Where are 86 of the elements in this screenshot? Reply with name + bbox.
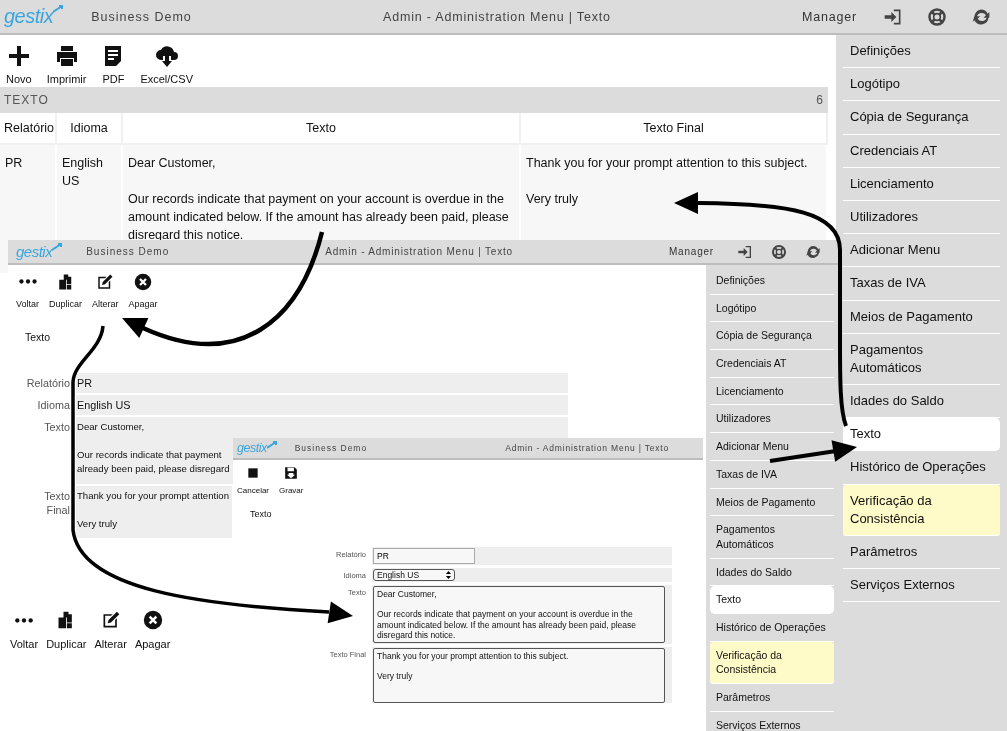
sidebar-item[interactable]: Pagamentos Automáticos [843, 333, 1000, 386]
sidebar-item[interactable]: Cópia de Segurança [843, 101, 1000, 135]
toolbar-button[interactable]: Duplicar [49, 273, 83, 309]
field-label: Idioma [36, 398, 70, 414]
dots-icon [14, 618, 35, 624]
text-area[interactable]: Dear Customer, Our records indicate that payment on your account is overdue in the amount indicated below. If the amount has already been paid, please disregard this notice. [373, 586, 665, 643]
sidebar-item[interactable]: Serviços Externos [843, 569, 1000, 603]
printer-icon [54, 44, 79, 68]
toolbar-button[interactable]: Voltar [10, 612, 39, 651]
sidebar-item[interactable]: Histórico de Operações [710, 613, 834, 642]
sidebar-item[interactable]: Meios de Pagamento [843, 300, 1000, 334]
page-heading: Texto [250, 509, 273, 519]
user-name: Manager [668, 246, 714, 257]
sidebar-item[interactable]: Verificação da Consistência [843, 484, 1000, 536]
company-name: Business Demo [294, 443, 368, 453]
sidebar-item[interactable]: Taxas de IVA [843, 267, 1000, 301]
sidebar-item[interactable]: Logótipo [843, 68, 1000, 102]
field-value: Thank you for your prompt attention Very truly [76, 485, 232, 539]
plus-icon [6, 44, 31, 68]
field-label: Relatório [25, 376, 70, 391]
logo-swoosh-icon [266, 441, 277, 449]
sidebar-item[interactable]: Serviços Externos [710, 711, 834, 731]
window-title: Admin - Administration Menu | Texto [382, 9, 612, 24]
sidebar-item[interactable]: Logótipo [710, 294, 834, 323]
stop-icon [246, 466, 260, 480]
user-name: Manager [802, 9, 857, 24]
window-title: Admin - Administration Menu | Texto [324, 246, 514, 257]
sidebar-item[interactable]: Credenciais AT [843, 134, 1000, 168]
logo: gestix [16, 243, 53, 260]
sidebar-item[interactable]: Definições [710, 267, 834, 295]
help-icon [927, 6, 947, 27]
sidebar-item[interactable]: Licenciamento [843, 167, 1000, 201]
logout-button[interactable] [737, 243, 753, 260]
toolbar-button[interactable]: Novo [6, 44, 32, 85]
sidebar-item[interactable]: Credenciais AT [710, 350, 834, 378]
toolbar-button[interactable]: Apagar [134, 610, 171, 651]
help-icon [771, 243, 787, 260]
help-button[interactable] [927, 6, 947, 27]
caret-icon [446, 571, 451, 579]
refresh-icon [805, 243, 821, 260]
sidebar-item[interactable]: Utilizadores [710, 405, 834, 434]
toolbar-button[interactable]: Alterar [94, 610, 127, 651]
sidebar-item[interactable]: Parâmetros [843, 536, 1000, 570]
sidebar-item[interactable]: Texto [710, 586, 834, 614]
toolbar-button[interactable]: Imprimir [46, 44, 87, 85]
toolbar-button[interactable]: Excel/CSV [140, 44, 193, 85]
sidebar-item[interactable]: Verificação da Consistência [710, 641, 834, 684]
cloud-download-icon [154, 44, 179, 68]
toolbar-button[interactable]: Apagar [128, 273, 158, 309]
sidebar-item[interactable]: Adicionar Menu [843, 234, 1000, 268]
edit-icon [96, 273, 115, 291]
sidebar-item[interactable]: Cópia de Segurança [710, 322, 834, 351]
toolbar-button[interactable]: PDF [101, 44, 126, 85]
help-button[interactable] [771, 243, 787, 260]
toolbar-button[interactable]: Alterar [92, 273, 119, 309]
text-area[interactable]: Thank you for your prompt attention to this subject. Very truly [373, 647, 665, 703]
logo-swoosh-icon [52, 243, 63, 251]
logo-swoosh-icon [53, 5, 64, 13]
sidebar-item[interactable]: Pagamentos Automáticos [710, 516, 834, 559]
logo: gestix [237, 441, 267, 455]
sign-in-icon [737, 243, 753, 260]
logo: gestix [4, 5, 54, 28]
sidebar-item[interactable]: Definições [843, 35, 1000, 69]
sidebar-item[interactable]: Parâmetros [710, 684, 834, 712]
input-field[interactable]: PR [373, 548, 475, 564]
close-circle-icon [134, 273, 153, 291]
field-value: English US [76, 395, 568, 416]
save-icon [284, 466, 299, 480]
select-field[interactable]: English US [373, 569, 455, 581]
field-label: Texto [43, 420, 70, 436]
sidebar-item[interactable]: Meios de Pagamento [710, 488, 834, 517]
toolbar-button[interactable]: Duplicar [46, 610, 87, 651]
toolbar-button[interactable]: Voltar [16, 273, 39, 309]
close-circle-icon [142, 610, 163, 631]
sidebar-item[interactable]: Licenciamento [710, 377, 834, 406]
dots-icon [18, 279, 37, 284]
page-heading: Texto [25, 331, 52, 343]
field-label: Texto Final [43, 488, 70, 518]
table-title: TEXTO [4, 93, 49, 107]
refresh-button[interactable] [805, 243, 821, 260]
sidebar-item[interactable]: Utilizadores [843, 200, 1000, 235]
sidebar-item[interactable]: Taxas de IVA [710, 460, 834, 489]
sidebar-item[interactable]: Texto [843, 418, 1000, 452]
field-value: PR [76, 373, 568, 394]
company-name: Business Demo [91, 9, 192, 24]
record-count: 6 [816, 93, 824, 107]
